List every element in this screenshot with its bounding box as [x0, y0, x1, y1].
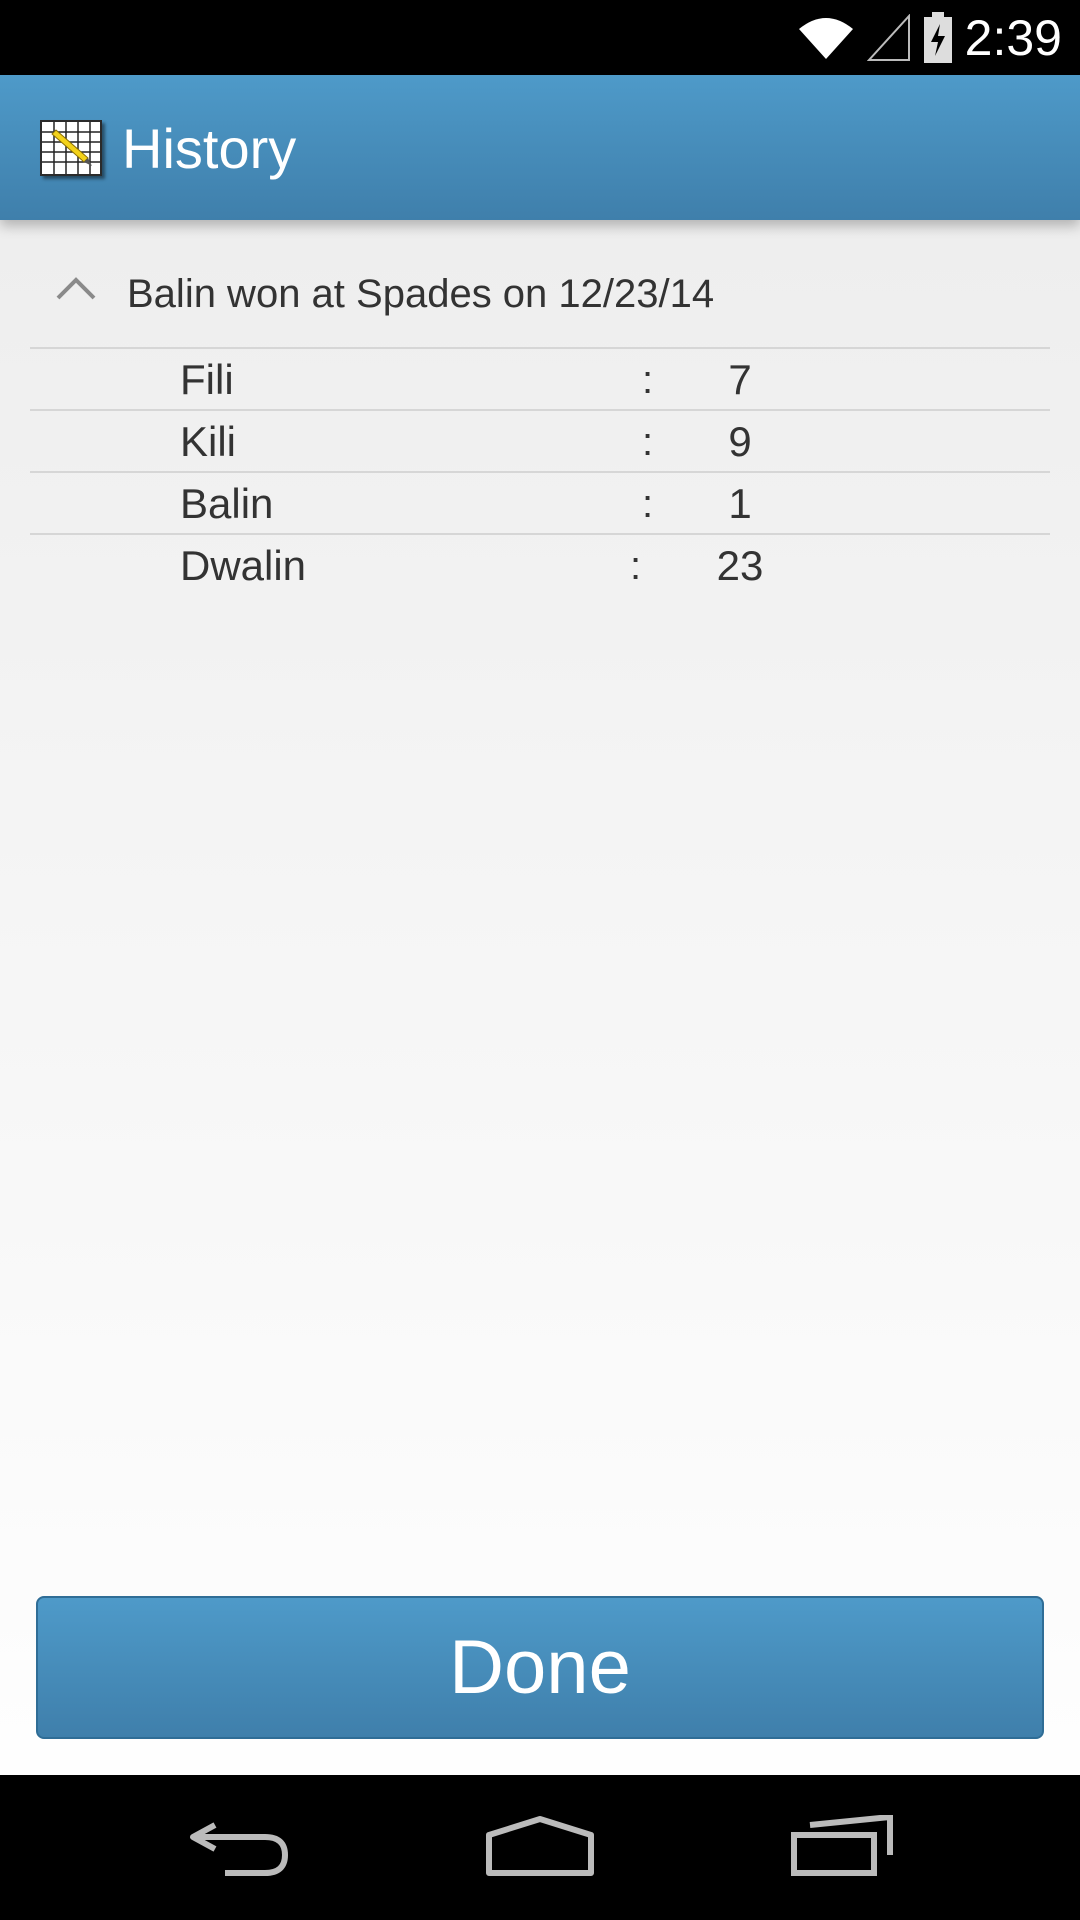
player-name: Dwalin	[180, 542, 307, 589]
page-title: History	[122, 117, 297, 180]
score-row: Kili : 9	[30, 409, 1050, 471]
player-score: 7	[728, 356, 752, 403]
home-icon[interactable]	[485, 1815, 595, 1884]
player-score: 23	[716, 542, 764, 589]
player-name: Kili	[180, 418, 237, 465]
battery-charging-icon	[923, 12, 953, 64]
score-row: Fili : 7	[30, 347, 1050, 409]
history-list: Balin won at Spades on 12/23/14 Fili : 7…	[0, 220, 1080, 1775]
chevron-up-icon	[56, 276, 96, 305]
history-group-header[interactable]: Balin won at Spades on 12/23/14	[0, 258, 1080, 336]
score-list: Fili : 7 Kili : 9 Balin : 1 Dwalin : 23	[30, 347, 1050, 595]
status-icons: 2:39	[797, 8, 1062, 68]
history-group-title: Balin won at Spades on 12/23/14	[127, 272, 715, 316]
score-separator: :	[642, 420, 654, 464]
recent-apps-icon[interactable]	[790, 1813, 894, 1884]
player-name: Fili	[180, 356, 234, 403]
scoresheet-app-icon[interactable]	[40, 120, 102, 176]
status-time: 2:39	[964, 10, 1062, 66]
status-bar: 2:39	[0, 0, 1080, 75]
score-separator: :	[630, 544, 642, 588]
back-icon[interactable]	[185, 1815, 291, 1884]
action-bar: History	[0, 75, 1080, 220]
player-name: Balin	[180, 480, 274, 527]
player-score: 9	[728, 418, 752, 465]
navigation-bar	[0, 1775, 1080, 1920]
score-row: Dwalin : 23	[30, 533, 1050, 595]
score-separator: :	[642, 358, 654, 402]
done-button[interactable]: Done	[36, 1596, 1044, 1739]
score-row: Balin : 1	[30, 471, 1050, 533]
cell-signal-icon	[866, 14, 911, 62]
wifi-icon	[797, 15, 855, 61]
score-separator: :	[642, 482, 654, 526]
player-score: 1	[728, 480, 752, 527]
